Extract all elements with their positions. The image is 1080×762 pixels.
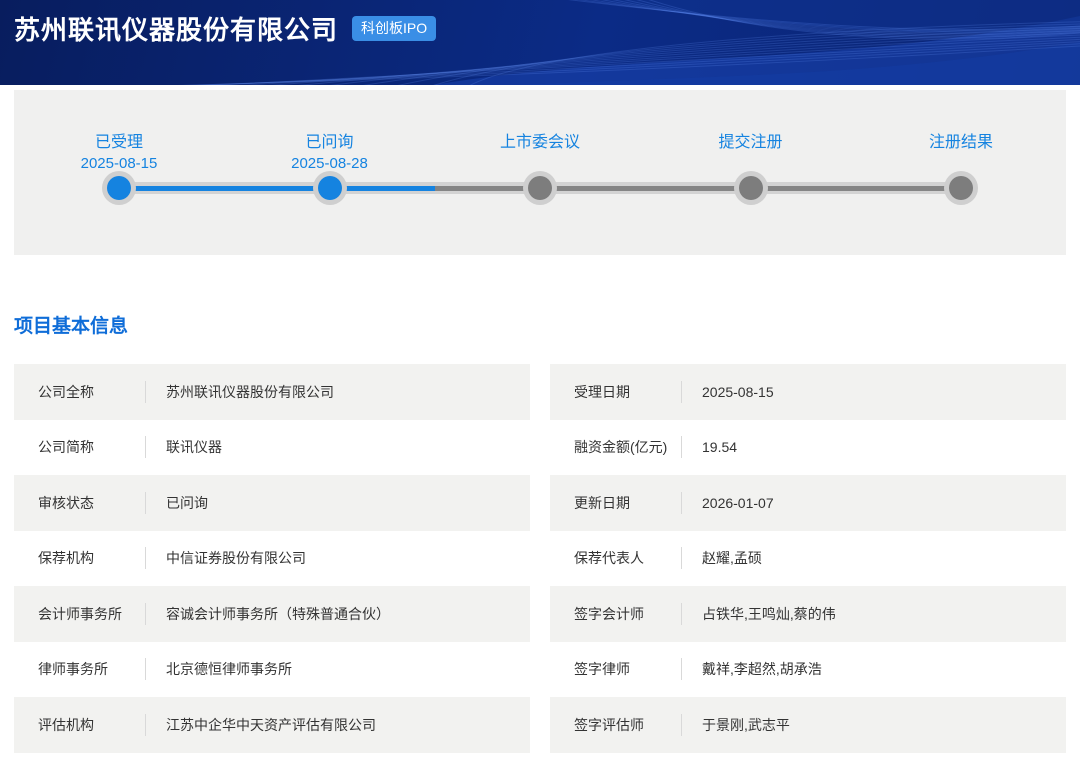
label-value-divider	[145, 714, 146, 736]
info-value: 2025-08-15	[702, 384, 1066, 400]
info-label: 会计师事务所	[38, 604, 145, 624]
basic-info-table: 公司全称 苏州联讯仪器股份有限公司公司简称 联讯仪器审核状态 已问询保荐机构 中信证券股…	[14, 364, 1066, 753]
info-label: 融资金额(亿元)	[574, 437, 681, 457]
info-value: 19.54	[702, 439, 1066, 455]
label-value-divider	[145, 492, 146, 514]
label-value-divider	[681, 492, 682, 514]
timeline-step-label: 上市委会议	[450, 128, 630, 152]
info-label: 公司简称	[38, 437, 145, 457]
info-row-left-3: 审核状态 已问询	[14, 475, 530, 531]
timeline-dot-done	[318, 176, 342, 200]
info-row-left-5: 会计师事务所 容诚会计师事务所（特殊普通合伙）	[14, 586, 530, 642]
label-value-divider	[681, 603, 682, 625]
info-value: 2026-01-07	[702, 495, 1066, 511]
board-badge: 科创板IPO	[352, 16, 436, 41]
info-value: 江苏中企华中天资产评估有限公司	[166, 715, 530, 735]
timeline-track: 已受理2025-08-15已问询2025-08-28上市委会议提交注册注册结果	[119, 182, 961, 194]
label-value-divider	[681, 436, 682, 458]
info-label: 公司全称	[38, 382, 145, 402]
page-title: 苏州联讯仪器股份有限公司	[14, 10, 338, 47]
info-value: 容诚会计师事务所（特殊普通合伙）	[166, 604, 530, 624]
page-header: 苏州联讯仪器股份有限公司 科创板IPO	[0, 0, 1080, 85]
label-value-divider	[145, 381, 146, 403]
info-column-left: 公司全称 苏州联讯仪器股份有限公司公司简称 联讯仪器审核状态 已问询保荐机构 中信证券股…	[14, 364, 530, 753]
section-title: 项目基本信息	[14, 311, 1066, 338]
info-label: 审核状态	[38, 493, 145, 513]
info-label: 保荐代表人	[574, 548, 681, 568]
info-row-left-7: 评估机构 江苏中企华中天资产评估有限公司	[14, 697, 530, 753]
timeline-step-label: 提交注册	[661, 128, 841, 152]
info-row-right-4: 保荐代表人 赵耀,孟硕	[550, 531, 1066, 587]
info-row-left-1: 公司全称 苏州联讯仪器股份有限公司	[14, 364, 530, 420]
info-row-left-2: 公司简称 联讯仪器	[14, 420, 530, 476]
info-label: 签字评估师	[574, 715, 681, 735]
label-value-divider	[681, 381, 682, 403]
info-row-left-6: 律师事务所 北京德恒律师事务所	[14, 642, 530, 698]
label-value-divider	[681, 547, 682, 569]
label-value-divider	[145, 658, 146, 680]
ipo-progress-panel: 已受理 2025-08-15 已问询 2025-08-28 上市委会议 提交注册 注册结果	[14, 90, 1066, 255]
info-row-left-4: 保荐机构 中信证券股份有限公司	[14, 531, 530, 587]
timeline-dot-pending	[739, 176, 763, 200]
info-label: 更新日期	[574, 493, 681, 513]
timeline-step-name: 已受理	[29, 128, 209, 152]
timeline-step-label: 注册结果	[871, 128, 1051, 152]
label-value-divider	[145, 547, 146, 569]
info-value: 联讯仪器	[166, 437, 530, 457]
info-label: 签字律师	[574, 659, 681, 679]
info-label: 签字会计师	[574, 604, 681, 624]
info-value: 苏州联讯仪器股份有限公司	[166, 382, 530, 402]
info-value: 赵耀,孟硕	[702, 548, 1066, 568]
timeline-step-date: 2025-08-15	[29, 155, 209, 172]
info-column-right: 受理日期 2025-08-15 融资金额(亿元) 19.54 更新日期 2026-01-0…	[550, 364, 1066, 753]
timeline-step-name: 已问询	[240, 128, 420, 152]
info-value: 占铁华,王鸣灿,蔡的伟	[702, 604, 1066, 624]
timeline-dot-pending	[528, 176, 552, 200]
info-row-right-2: 融资金额(亿元) 19.54	[550, 420, 1066, 476]
info-row-right-5: 签字会计师 占铁华,王鸣灿,蔡的伟	[550, 586, 1066, 642]
label-value-divider	[145, 603, 146, 625]
timeline-step-date: 2025-08-28	[240, 155, 420, 172]
timeline-remaining-line	[435, 186, 961, 191]
timeline-dot-pending	[949, 176, 973, 200]
timeline-step-name: 提交注册	[661, 128, 841, 152]
timeline-step-label: 已问询 2025-08-28	[240, 128, 420, 172]
timeline-dot-done	[107, 176, 131, 200]
timeline-step-name: 上市委会议	[450, 128, 630, 152]
label-value-divider	[145, 436, 146, 458]
info-row-right-3: 更新日期 2026-01-07	[550, 475, 1066, 531]
timeline-step-label: 已受理 2025-08-15	[29, 128, 209, 172]
label-value-divider	[681, 658, 682, 680]
label-value-divider	[681, 714, 682, 736]
info-label: 受理日期	[574, 382, 681, 402]
timeline-progress-line	[119, 186, 435, 191]
info-label: 保荐机构	[38, 548, 145, 568]
info-row-right-7: 签字评估师 于景刚,武志平	[550, 697, 1066, 753]
info-value: 中信证券股份有限公司	[166, 548, 530, 568]
info-value: 已问询	[166, 493, 530, 513]
info-value: 北京德恒律师事务所	[166, 659, 530, 679]
info-row-right-1: 受理日期 2025-08-15	[550, 364, 1066, 420]
info-value: 戴祥,李超然,胡承浩	[702, 659, 1066, 679]
info-row-right-6: 签字律师 戴祥,李超然,胡承浩	[550, 642, 1066, 698]
timeline-step-name: 注册结果	[871, 128, 1051, 152]
info-label: 评估机构	[38, 715, 145, 735]
header-title-row: 苏州联讯仪器股份有限公司 科创板IPO	[0, 0, 1080, 47]
info-label: 律师事务所	[38, 659, 145, 679]
info-value: 于景刚,武志平	[702, 715, 1066, 735]
